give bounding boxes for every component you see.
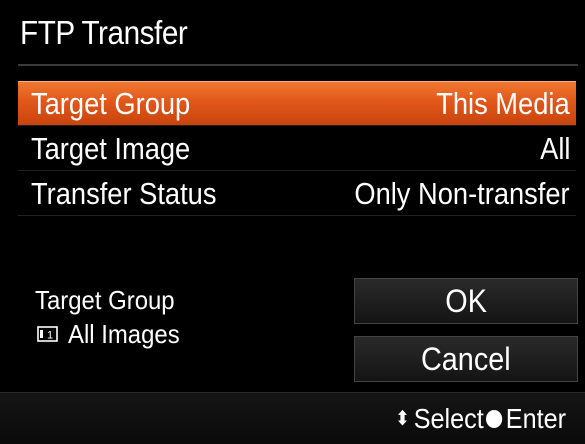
menu-item-value: This Media bbox=[436, 86, 570, 121]
media-slot-1-icon: 1 bbox=[37, 326, 58, 342]
settings-menu: Target Group This Media Target Image All… bbox=[18, 81, 576, 216]
menu-item-value: Only Non-transfer bbox=[354, 176, 570, 211]
info-label: Target Group bbox=[35, 285, 175, 315]
up-down-arrows-icon: ⬍ bbox=[395, 408, 411, 430]
target-group-info: Target Group 1 All Images bbox=[35, 285, 189, 349]
center-button-icon bbox=[485, 410, 502, 428]
enter-hint-label: Enter bbox=[505, 403, 566, 434]
menu-item-target-group[interactable]: Target Group This Media bbox=[18, 81, 576, 126]
ok-button[interactable]: OK bbox=[354, 278, 578, 324]
ok-button-label: OK bbox=[445, 282, 487, 319]
footer-hints: ⬍ Select Enter bbox=[0, 392, 585, 444]
cancel-button[interactable]: Cancel bbox=[354, 336, 578, 382]
info-value-row: 1 All Images bbox=[35, 319, 189, 349]
svg-text:1: 1 bbox=[47, 330, 53, 342]
menu-item-label: Target Group bbox=[31, 86, 191, 121]
menu-item-transfer-status[interactable]: Transfer Status Only Non-transfer bbox=[18, 171, 576, 216]
enter-hint: Enter bbox=[485, 403, 566, 435]
hint-bar: ⬍ Select Enter bbox=[395, 403, 575, 435]
select-hint-label: Select bbox=[413, 403, 484, 434]
menu-item-target-image[interactable]: Target Image All bbox=[18, 126, 576, 171]
menu-item-value: All bbox=[539, 131, 570, 166]
page-title: FTP Transfer bbox=[20, 14, 188, 51]
info-value: All Images bbox=[68, 319, 180, 349]
select-hint: ⬍ Select bbox=[395, 403, 484, 435]
header: FTP Transfer bbox=[0, 0, 585, 62]
menu-item-label: Transfer Status bbox=[31, 176, 217, 211]
cancel-button-label: Cancel bbox=[421, 340, 511, 377]
menu-item-label: Target Image bbox=[31, 131, 191, 166]
title-divider bbox=[18, 64, 578, 66]
